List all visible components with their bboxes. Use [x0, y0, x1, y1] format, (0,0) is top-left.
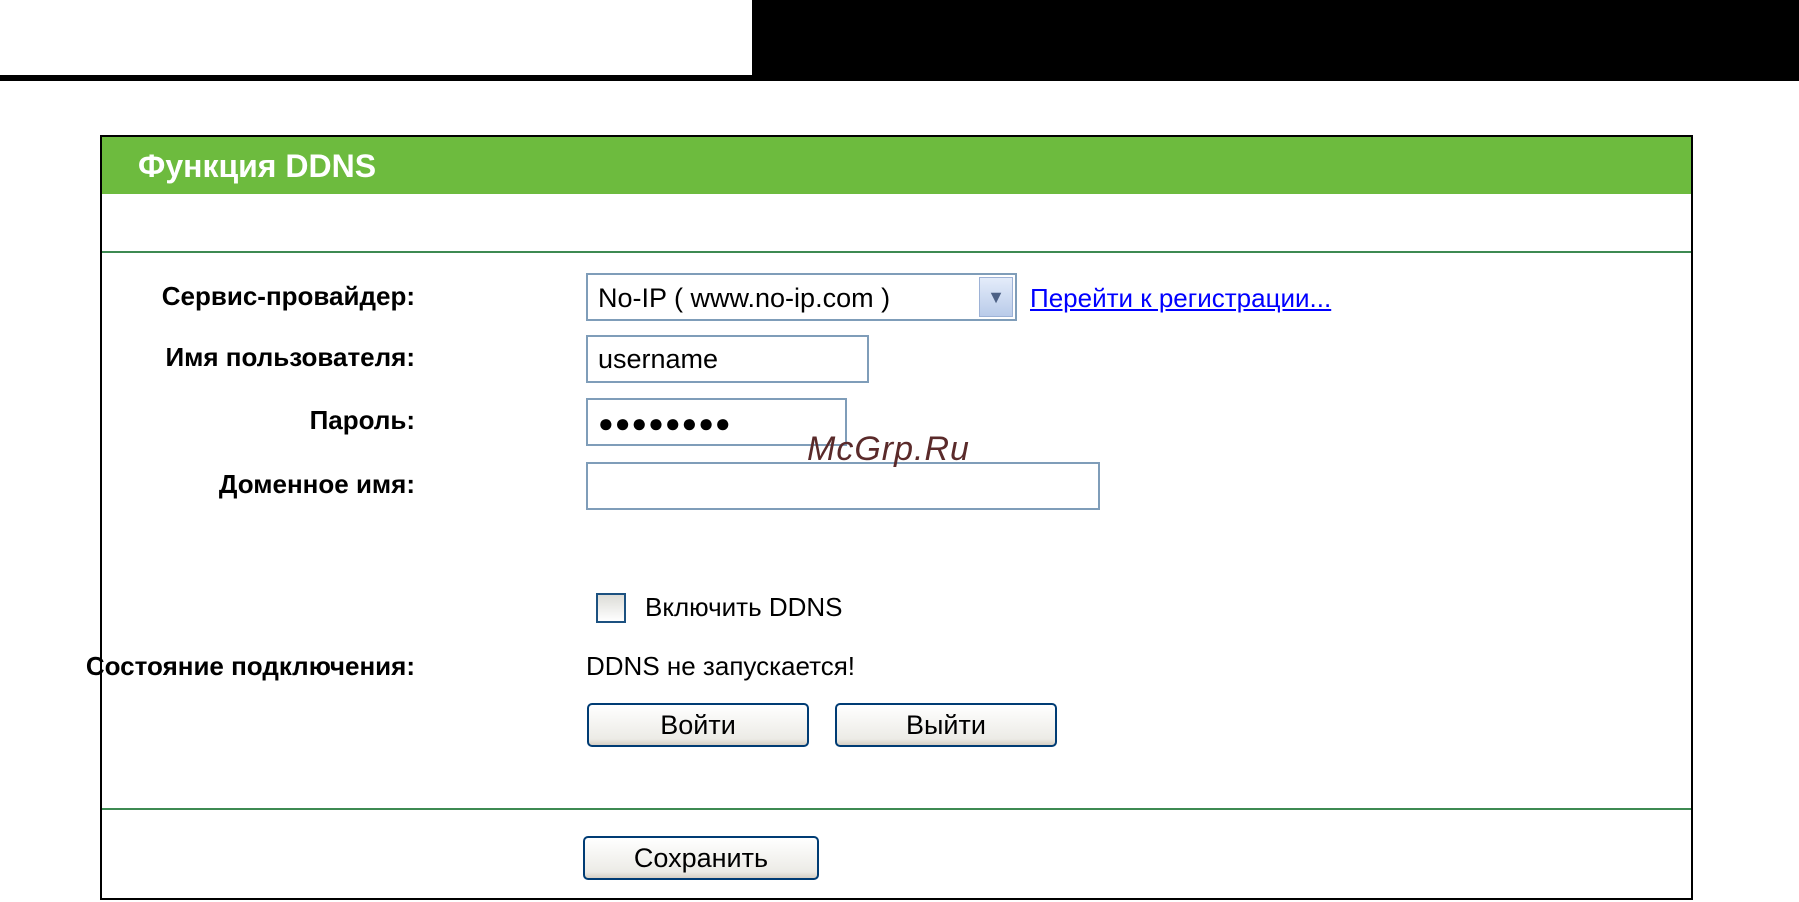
username-label: Имя пользователя: [165, 342, 415, 372]
bottom-separator [102, 808, 1691, 810]
login-button[interactable]: Войти [587, 703, 809, 747]
provider-select[interactable]: No-IP ( www.no-ip.com ) ▼ [586, 273, 1017, 321]
top-header-bar [752, 0, 1799, 75]
enable-ddns-checkbox[interactable] [596, 593, 626, 623]
top-separator [102, 251, 1691, 253]
provider-selected-value: No-IP ( www.no-ip.com ) [598, 283, 891, 313]
panel-header: Функция DDNS [102, 137, 1691, 194]
panel-title: Функция DDNS [138, 148, 377, 184]
watermark: McGrp.Ru [807, 430, 970, 468]
password-label: Пароль: [309, 405, 415, 435]
chevron-down-icon[interactable]: ▼ [979, 277, 1013, 317]
domain-input[interactable] [586, 462, 1100, 510]
top-divider-rule [0, 75, 1799, 81]
ddns-panel: Функция DDNS Сервис-провайдер: No-IP ( w… [86, 135, 1693, 900]
connection-status-label: Состояние подключения: [85, 651, 415, 681]
enable-ddns-label[interactable]: Включить DDNS [645, 592, 843, 623]
username-input[interactable]: username [586, 335, 869, 383]
logout-button[interactable]: Выйти [835, 703, 1057, 747]
connection-status-value: DDNS не запускается! [586, 651, 856, 681]
provider-label: Сервис-провайдер: [161, 281, 415, 311]
domain-label: Доменное имя: [218, 469, 415, 499]
registration-link[interactable]: Перейти к регистрации... [1030, 283, 1331, 314]
save-button[interactable]: Сохранить [583, 836, 819, 880]
